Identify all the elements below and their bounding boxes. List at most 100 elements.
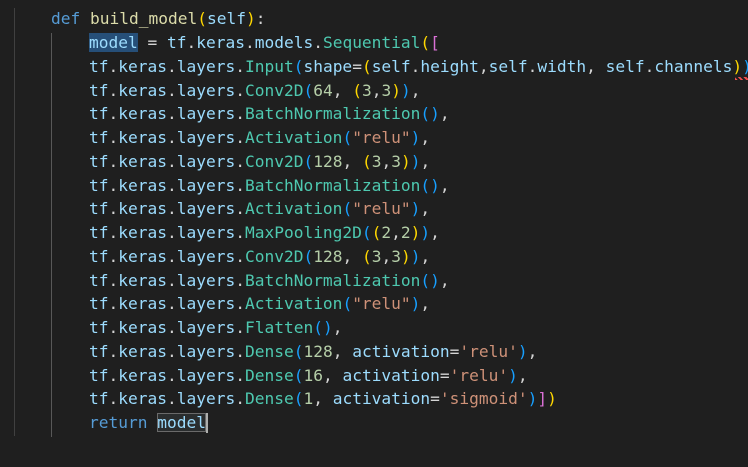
token-bracket: ( xyxy=(342,128,353,147)
token-number-literal: 16 xyxy=(303,366,323,385)
token-punctuation: , xyxy=(410,81,421,100)
token-punctuation: . xyxy=(166,271,177,290)
token-identifier: layers xyxy=(176,294,236,313)
token-identifier: width xyxy=(537,57,587,76)
token-bracket: ( xyxy=(420,104,431,123)
token-punctuation: . xyxy=(235,342,245,361)
token-bracket: ( xyxy=(293,389,304,408)
code-line-dense-1[interactable]: tf.keras.layers.Dense(1, activation='sig… xyxy=(89,387,557,411)
token-punctuation: . xyxy=(166,294,177,313)
token-bracket: ( xyxy=(313,318,323,337)
token-punctuation: . xyxy=(166,152,177,171)
token-punctuation: . xyxy=(166,223,177,242)
token-bracket: ) xyxy=(430,271,440,290)
indent-guide xyxy=(14,8,15,436)
token-punctuation: . xyxy=(108,318,119,337)
token-punctuation: , xyxy=(420,152,431,171)
token-identifier: keras xyxy=(196,33,245,52)
code-line-dense-128[interactable]: tf.keras.layers.Dense(128, activation='r… xyxy=(89,340,537,364)
token-punctuation: . xyxy=(166,342,177,361)
token-bracket: ) xyxy=(400,81,411,100)
code-line-batchnorm[interactable]: tf.keras.layers.BatchNormalization(), xyxy=(89,269,450,293)
token-identifier: tf xyxy=(166,33,187,52)
code-line-activation[interactable]: tf.keras.layers.Activation("relu"), xyxy=(89,197,430,221)
token-bracket: ( xyxy=(361,223,372,242)
token-class-name: BatchNormalization xyxy=(244,104,421,123)
token-punctuation: . xyxy=(644,57,655,76)
token-identifier: keras xyxy=(118,81,167,100)
token-punctuation: , xyxy=(439,104,450,123)
code-line-activation[interactable]: tf.keras.layers.Activation("relu"), xyxy=(89,292,430,316)
token-bracket: ( xyxy=(303,81,314,100)
token-bracket: ( xyxy=(293,366,304,385)
token-punctuation: , xyxy=(420,128,431,147)
token-class-name: MaxPooling2D xyxy=(244,223,362,242)
code-line-dense-16[interactable]: tf.keras.layers.Dense(16, activation='re… xyxy=(89,364,528,388)
token-identifier: keras xyxy=(118,176,167,195)
token-identifier: tf xyxy=(89,247,109,266)
token-identifier: self xyxy=(488,57,528,76)
token-identifier: keras xyxy=(118,223,167,242)
token-bracket: ) xyxy=(400,152,411,171)
token-punctuation: , xyxy=(420,247,431,266)
token-identifier: channels xyxy=(654,57,733,76)
token-bracket: ( xyxy=(361,247,372,266)
code-line-conv2d-64[interactable]: tf.keras.layers.Conv2D(64, (3,3)), xyxy=(89,79,420,103)
token-bracket: ) xyxy=(322,318,333,337)
code-line-conv2d-128[interactable]: tf.keras.layers.Conv2D(128, (3,3)), xyxy=(89,150,430,174)
token-punctuation: , xyxy=(381,247,392,266)
token-punctuation: . xyxy=(108,199,119,218)
code-line-batchnorm[interactable]: tf.keras.layers.BatchNormalization(), xyxy=(89,102,450,126)
code-line-batchnorm[interactable]: tf.keras.layers.BatchNormalization(), xyxy=(89,174,450,198)
token-class-name: Input xyxy=(244,57,294,76)
token-identifier: layers xyxy=(176,366,236,385)
token-class-name: Activation xyxy=(244,294,343,313)
code-line-input[interactable]: tf.keras.layers.Input(shape=(self.height… xyxy=(89,55,748,79)
token-bracket: ) xyxy=(430,104,440,123)
token-number-literal: 128 xyxy=(313,152,343,171)
code-line-def[interactable]: def build_model(self): xyxy=(51,7,265,31)
token-bracket: ( xyxy=(371,223,382,242)
token-identifier: keras xyxy=(118,294,167,313)
token-number-literal: 2 xyxy=(381,223,392,242)
code-line-return[interactable]: return model xyxy=(89,411,206,435)
code-line-activation[interactable]: tf.keras.layers.Activation("relu"), xyxy=(89,126,430,150)
token-identifier: layers xyxy=(176,199,236,218)
token-class-name: Dense xyxy=(244,389,294,408)
token-identifier: layers xyxy=(176,342,236,361)
token-punctuation xyxy=(147,413,157,432)
token-punctuation: , xyxy=(371,81,382,100)
token-punctuation: = xyxy=(430,389,440,408)
token-bracket: ) xyxy=(410,247,421,266)
token-number-literal: 2 xyxy=(400,223,411,242)
token-punctuation: . xyxy=(166,199,177,218)
token-identifier: self xyxy=(206,9,246,28)
code-editor[interactable]: def build_model(self): model = tf.keras.… xyxy=(0,0,748,467)
token-punctuation: . xyxy=(166,128,177,147)
token-punctuation: . xyxy=(108,104,119,123)
token-punctuation xyxy=(80,9,90,28)
token-bracket: ( xyxy=(197,9,207,28)
token-punctuation: , xyxy=(322,366,343,385)
token-identifier: keras xyxy=(118,152,167,171)
token-punctuation: . xyxy=(235,128,245,147)
code-line-flatten[interactable]: tf.keras.layers.Flatten(), xyxy=(89,316,342,340)
token-punctuation: , xyxy=(381,152,392,171)
token-class-name: Dense xyxy=(244,366,294,385)
token-bracket: ) xyxy=(245,9,256,28)
token-identifier: activation xyxy=(352,342,450,361)
token-punctuation: . xyxy=(166,366,177,385)
token-identifier: model xyxy=(89,33,138,52)
token-identifier: keras xyxy=(118,389,167,408)
token-class-name: Activation xyxy=(244,199,343,218)
code-line-maxpooling[interactable]: tf.keras.layers.MaxPooling2D((2,2)), xyxy=(89,221,440,245)
code-line-conv2d-128[interactable]: tf.keras.layers.Conv2D(128, (3,3)), xyxy=(89,245,430,269)
token-bracket: ] xyxy=(537,389,548,408)
token-identifier: layers xyxy=(176,247,236,266)
code-line-model-assign[interactable]: model = tf.keras.models.Sequential([ xyxy=(89,31,440,55)
token-class-name: BatchNormalization xyxy=(244,176,421,195)
token-punctuation: . xyxy=(235,81,245,100)
token-string-literal: 'sigmoid' xyxy=(439,389,528,408)
text-cursor xyxy=(206,413,208,433)
token-punctuation: = xyxy=(352,57,362,76)
